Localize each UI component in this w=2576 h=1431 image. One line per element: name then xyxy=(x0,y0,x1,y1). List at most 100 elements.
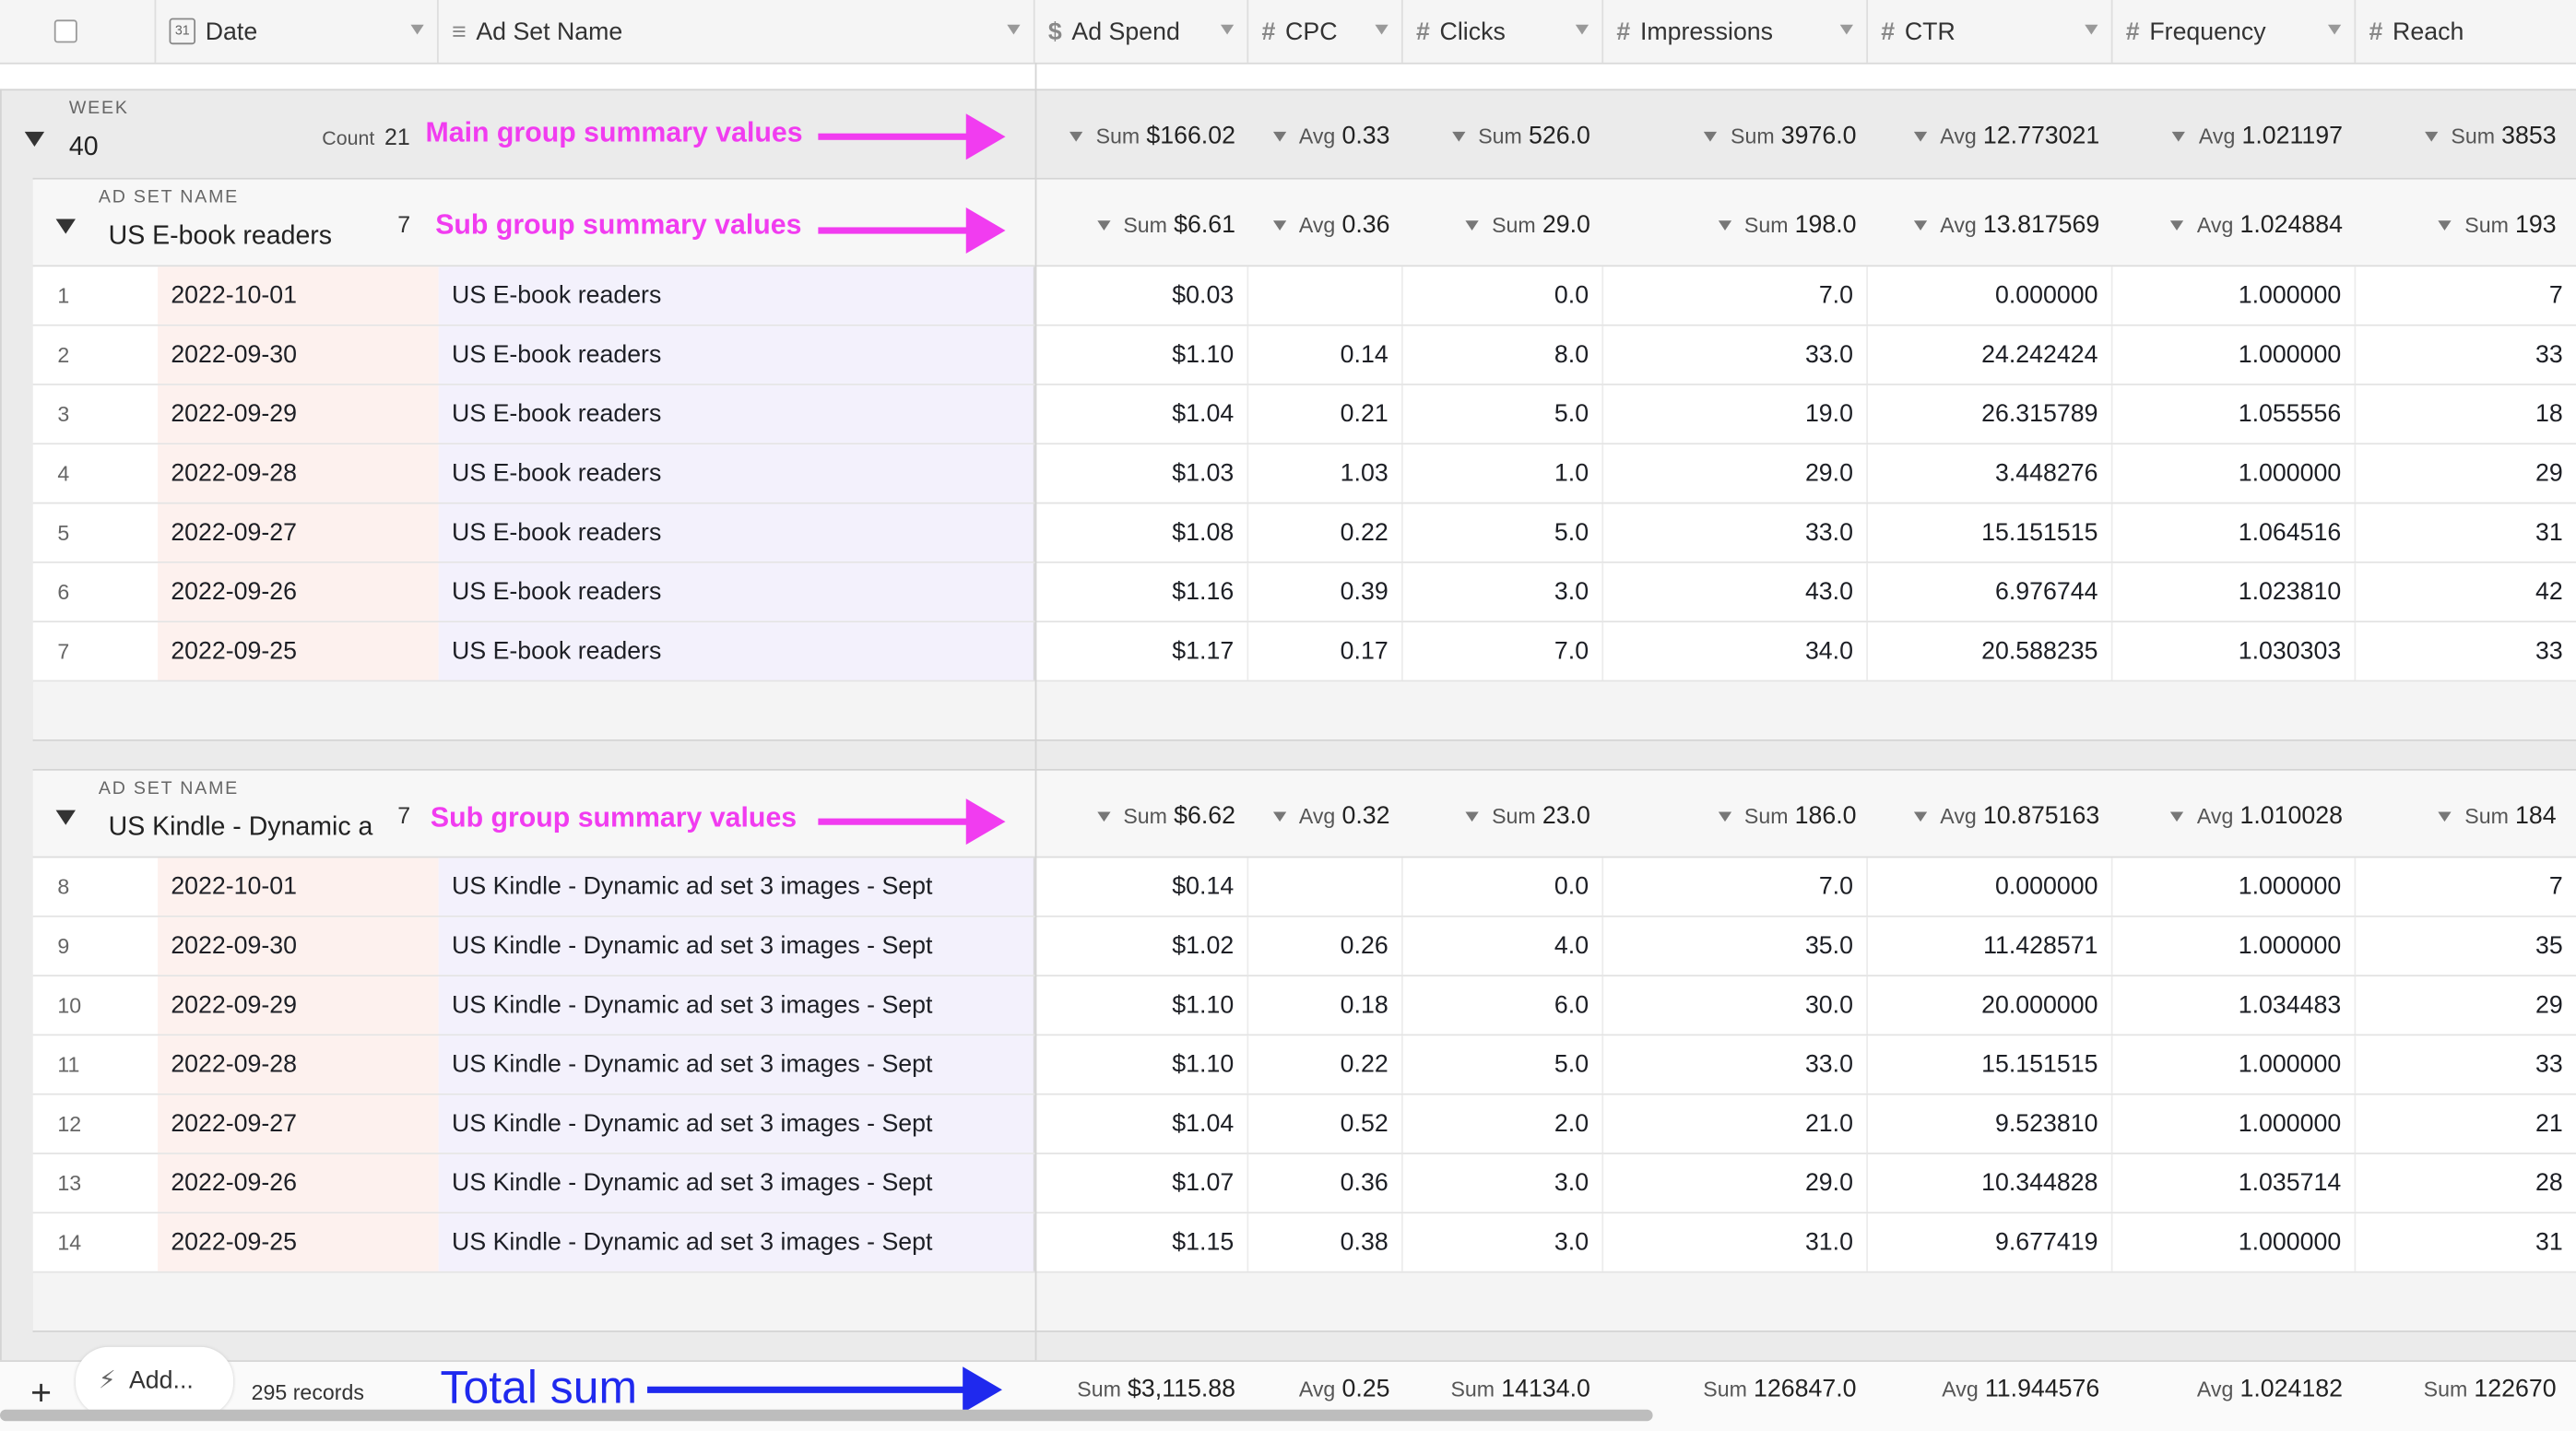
cell-ad-set-name[interactable]: US E-book readers xyxy=(438,266,1035,325)
cell-clicks[interactable]: 7.0 xyxy=(1403,622,1604,680)
table-row[interactable]: 11 2022-09-28 US Kindle - Dynamic ad set 3… xyxy=(32,1035,2576,1095)
cell-reach[interactable]: 28 xyxy=(2356,1154,2576,1212)
chevron-down-icon[interactable] xyxy=(2085,24,2098,35)
cell-frequency[interactable]: 1.000000 xyxy=(2113,266,2357,325)
cell-ad-spend[interactable]: $1.07 xyxy=(1035,1153,1249,1212)
cell-date[interactable]: 2022-09-25 xyxy=(158,622,439,680)
cell-impressions[interactable]: 19.0 xyxy=(1603,384,1869,443)
column-header-cpc[interactable]: # CPC xyxy=(1248,0,1403,63)
cell-impressions[interactable]: 35.0 xyxy=(1603,917,1869,976)
cell-impressions[interactable]: 43.0 xyxy=(1603,562,1869,621)
summary-impressions[interactable]: Sum 3976.0 xyxy=(1704,122,1857,150)
summary-ctr[interactable]: Avg 10.875163 xyxy=(1913,802,2099,830)
cell-clicks[interactable]: 5.0 xyxy=(1403,503,1604,562)
cell-ad-spend[interactable]: $1.16 xyxy=(1035,562,1249,621)
summary-clicks[interactable]: Sum 526.0 xyxy=(1451,122,1590,150)
chevron-down-icon[interactable] xyxy=(1007,24,1021,35)
cell-impressions[interactable]: 7.0 xyxy=(1603,857,1869,916)
cell-frequency[interactable]: 1.055556 xyxy=(2113,384,2357,443)
cell-ad-set-name[interactable]: US Kindle - Dynamic ad set 3 images - Se… xyxy=(438,1094,1035,1153)
table-row[interactable]: 14 2022-09-25 US Kindle - Dynamic ad set 3… xyxy=(32,1213,2576,1273)
cell-ad-spend[interactable]: $1.04 xyxy=(1035,384,1249,443)
cell-cpc[interactable]: 0.26 xyxy=(1248,917,1403,976)
cell-clicks[interactable]: 4.0 xyxy=(1403,917,1604,976)
chevron-down-icon[interactable] xyxy=(1069,131,1083,142)
cell-reach[interactable]: 29 xyxy=(2356,444,2576,503)
cell-frequency[interactable]: 1.034483 xyxy=(2113,976,2357,1035)
cell-frequency[interactable]: 1.000000 xyxy=(2113,1094,2357,1153)
cell-date[interactable]: 2022-10-01 xyxy=(158,857,439,916)
chevron-down-icon[interactable] xyxy=(2172,131,2186,142)
add-row-area[interactable] xyxy=(32,681,2576,739)
select-all-checkbox[interactable] xyxy=(53,19,77,43)
cell-reach[interactable]: 35 xyxy=(2356,917,2576,976)
cell-ad-spend[interactable]: $1.08 xyxy=(1035,503,1249,562)
cell-ctr[interactable]: 0.000000 xyxy=(1868,857,2113,916)
cell-ad-spend[interactable]: $1.10 xyxy=(1035,325,1249,384)
chevron-down-icon[interactable] xyxy=(2170,811,2184,822)
summary-impressions[interactable]: Sum 198.0 xyxy=(1718,211,1857,239)
summary-reach[interactable]: Sum 3853 xyxy=(2424,122,2557,150)
cell-ctr[interactable]: 6.976744 xyxy=(1868,562,2113,621)
cell-cpc[interactable]: 0.22 xyxy=(1248,503,1403,562)
total-clicks[interactable]: Sum 14134.0 xyxy=(1450,1375,1589,1402)
cell-clicks[interactable]: 5.0 xyxy=(1403,1035,1604,1094)
cell-reach[interactable]: 21 xyxy=(2356,1095,2576,1153)
cell-cpc[interactable]: 1.03 xyxy=(1248,444,1403,503)
cell-ctr[interactable]: 24.242424 xyxy=(1868,325,2113,384)
cell-reach[interactable]: 29 xyxy=(2356,976,2576,1035)
chevron-down-icon[interactable] xyxy=(1375,24,1388,35)
cell-ad-spend[interactable]: $1.17 xyxy=(1035,622,1249,680)
cell-cpc[interactable] xyxy=(1248,266,1403,325)
summary-cpc[interactable]: Avg 0.36 xyxy=(1272,211,1389,239)
column-header-ctr[interactable]: # CTR xyxy=(1868,0,2113,63)
cell-ad-spend[interactable]: $1.02 xyxy=(1035,917,1249,976)
chevron-down-icon[interactable] xyxy=(1096,220,1111,231)
table-row[interactable]: 2 2022-09-30 US E-book readers $1.10 0.14 8.0… xyxy=(32,325,2576,385)
cell-ctr[interactable]: 0.000000 xyxy=(1868,266,2113,325)
cell-impressions[interactable]: 34.0 xyxy=(1603,622,1869,680)
summary-frequency[interactable]: Avg 1.024884 xyxy=(2170,211,2343,239)
chevron-down-icon[interactable] xyxy=(1718,811,1731,822)
cell-ad-spend[interactable]: $1.10 xyxy=(1035,1035,1249,1094)
cell-ad-spend[interactable]: $1.10 xyxy=(1035,976,1249,1035)
summary-cpc[interactable]: Avg 0.33 xyxy=(1272,122,1389,150)
add-row-area[interactable] xyxy=(32,1272,2576,1331)
cell-ctr[interactable]: 15.151515 xyxy=(1868,1035,2113,1094)
cell-ad-spend[interactable]: $1.15 xyxy=(1035,1213,1249,1271)
cell-ad-set-name[interactable]: US E-book readers xyxy=(438,325,1035,384)
chevron-down-icon[interactable] xyxy=(1272,220,1286,231)
cell-impressions[interactable]: 21.0 xyxy=(1603,1094,1869,1153)
cell-frequency[interactable]: 1.000000 xyxy=(2113,857,2357,916)
cell-clicks[interactable]: 6.0 xyxy=(1403,976,1604,1035)
cell-impressions[interactable]: 7.0 xyxy=(1603,266,1869,325)
cell-ctr[interactable]: 3.448276 xyxy=(1868,444,2113,503)
cell-frequency[interactable]: 1.035714 xyxy=(2113,1153,2357,1212)
cell-ad-spend[interactable]: $0.14 xyxy=(1035,857,1249,916)
chevron-down-icon[interactable] xyxy=(1220,24,1235,35)
cell-date[interactable]: 2022-09-30 xyxy=(158,325,439,384)
cell-ctr[interactable]: 10.344828 xyxy=(1868,1153,2113,1212)
cell-frequency[interactable]: 1.023810 xyxy=(2113,562,2357,621)
cell-ad-set-name[interactable]: US E-book readers xyxy=(438,444,1035,503)
cell-cpc[interactable]: 0.21 xyxy=(1248,384,1403,443)
chevron-down-icon[interactable] xyxy=(1839,24,1853,35)
cell-frequency[interactable]: 1.000000 xyxy=(2113,917,2357,976)
column-header-impressions[interactable]: # Impressions xyxy=(1603,0,1869,63)
cell-ad-set-name[interactable]: US Kindle - Dynamic ad set 3 images - Se… xyxy=(438,976,1035,1035)
add-button[interactable]: ⚡ Add... xyxy=(75,1346,234,1416)
cell-impressions[interactable]: 30.0 xyxy=(1603,976,1869,1035)
chevron-down-icon[interactable] xyxy=(2327,24,2342,35)
summary-clicks[interactable]: Sum 23.0 xyxy=(1465,802,1590,830)
summary-cpc[interactable]: Avg 0.32 xyxy=(1272,802,1389,830)
summary-ad-spend[interactable]: Sum $6.61 xyxy=(1096,211,1235,239)
cell-ad-set-name[interactable]: US Kindle - Dynamic ad set 3 images - Se… xyxy=(438,857,1035,916)
table-row[interactable]: 12 2022-09-27 US Kindle - Dynamic ad set 3… xyxy=(32,1094,2576,1154)
cell-ad-set-name[interactable]: US E-book readers xyxy=(438,562,1035,621)
chevron-down-icon[interactable] xyxy=(1465,220,1479,231)
cell-date[interactable]: 2022-09-29 xyxy=(158,384,439,443)
summary-impressions[interactable]: Sum 186.0 xyxy=(1718,802,1857,830)
summary-frequency[interactable]: Avg 1.021197 xyxy=(2172,122,2343,150)
column-header-frequency[interactable]: # Frequency xyxy=(2113,0,2357,63)
total-ctr[interactable]: Avg 11.944576 xyxy=(1942,1375,2099,1402)
